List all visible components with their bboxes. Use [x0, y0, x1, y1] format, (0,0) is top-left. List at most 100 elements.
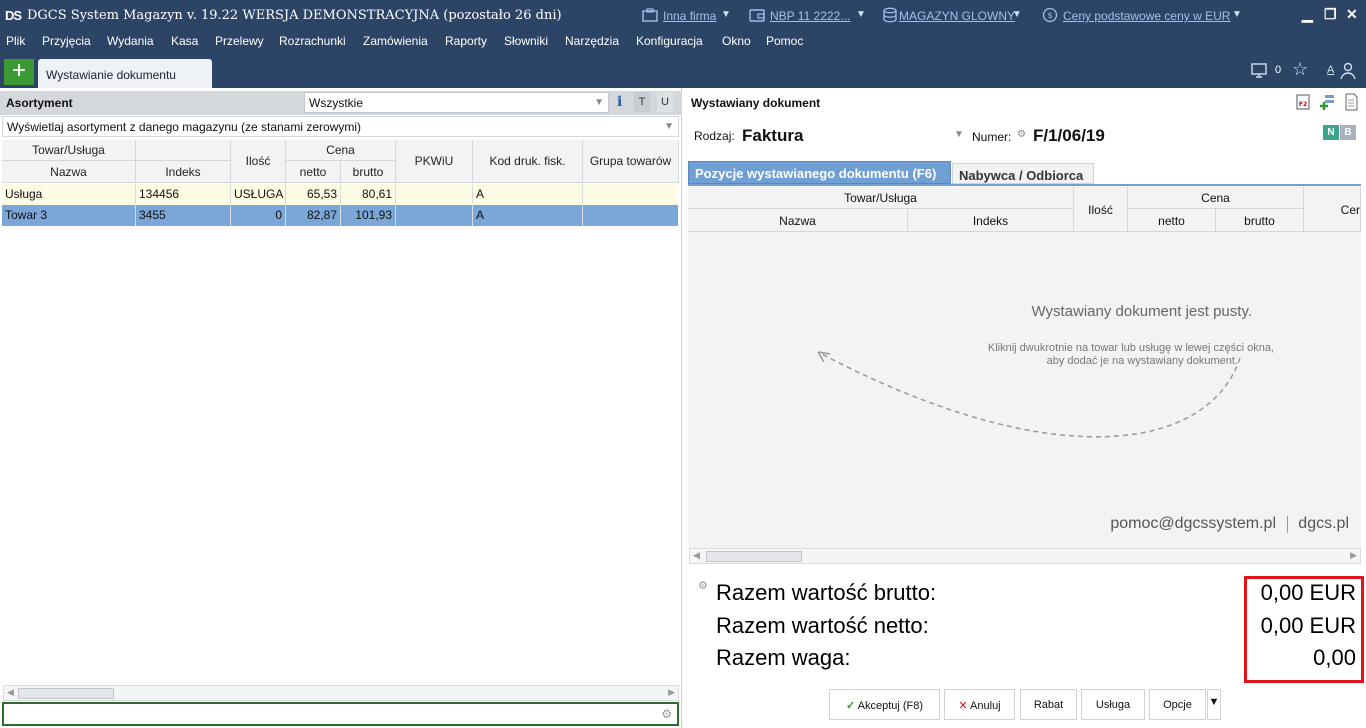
options-button[interactable]: Opcje — [1149, 689, 1206, 720]
totals-highlight-box — [1244, 576, 1364, 683]
f2-document-icon[interactable]: F2 — [1296, 94, 1310, 110]
cell-nazwa: Towar 3 — [2, 205, 136, 226]
tab-wystawianie-dokumentu[interactable]: Wystawianie dokumentu — [38, 59, 212, 88]
discount-button[interactable]: Rabat — [1020, 689, 1077, 720]
wallet-icon — [749, 9, 765, 22]
settings-gear-icon[interactable]: ⚙ — [698, 579, 708, 592]
warehouse-link[interactable]: MAGAZYN GLOWNY — [899, 9, 1015, 23]
table-row[interactable]: Usługa 134456 USŁUGA 65,53 80,61 A — [2, 184, 678, 205]
restore-icon[interactable]: ❐ — [1324, 6, 1337, 23]
settings-gear-icon[interactable]: ⚙ — [1017, 129, 1026, 140]
settings-gear-icon[interactable]: ⚙ — [661, 707, 672, 721]
category-filter-select[interactable]: Wszystkie ▼ — [304, 92, 609, 113]
briefcase-icon — [642, 8, 658, 22]
cancel-button[interactable]: ✕ Anuluj — [944, 689, 1015, 720]
header-towar-usluga: Towar/Usługa — [2, 140, 136, 161]
svg-text:F2: F2 — [1299, 101, 1307, 108]
chevron-down-icon[interactable]: ▼ — [1012, 9, 1022, 20]
table-row[interactable]: Towar 3 3455 0 82,87 101,93 A — [2, 205, 678, 226]
add-tab-button[interactable]: + — [4, 59, 34, 85]
menu-przelewy[interactable]: Przelewy — [215, 34, 264, 48]
add-rows-icon[interactable] — [1319, 94, 1335, 110]
header-brutto[interactable]: brutto — [1216, 209, 1304, 232]
chevron-down-icon[interactable]: ▼ — [1232, 9, 1242, 20]
filter-goods-button[interactable]: T — [634, 92, 650, 112]
options-dropdown-icon[interactable]: ▼ — [1207, 689, 1221, 720]
accept-label: Akceptuj (F8) — [857, 700, 924, 712]
chevron-down-icon[interactable]: ▼ — [954, 129, 964, 140]
menu-pomoc[interactable]: Pomoc — [766, 34, 803, 48]
header-cena: Cena — [1128, 187, 1304, 209]
assortment-horizontal-scrollbar[interactable]: ◀ ▶ — [3, 685, 679, 701]
header-ilosc[interactable]: Ilość — [231, 140, 286, 183]
exchange-rate-link[interactable]: NBP 11 2222... — [770, 9, 850, 23]
header-ilosc[interactable]: Ilość — [1074, 187, 1128, 232]
price-list-link[interactable]: Ceny podstawowe ceny w EUR — [1063, 9, 1230, 23]
menu-wydania[interactable]: Wydania — [107, 34, 154, 48]
support-site[interactable]: dgcs.pl — [1298, 515, 1349, 533]
header-pkwiu[interactable]: PKWiU — [396, 140, 473, 183]
tab-buyer[interactable]: Nabywca / Odbiorca — [952, 163, 1094, 184]
cell-kod-fisk: A — [473, 205, 583, 226]
support-email[interactable]: pomoc@dgcssystem.pl — [1110, 515, 1276, 533]
total-weight-label: Razem waga: — [716, 645, 851, 670]
document-icon[interactable] — [1344, 93, 1358, 111]
header-netto[interactable]: netto — [286, 161, 341, 183]
scroll-right-icon[interactable]: ▶ — [668, 687, 675, 698]
quick-search-input[interactable]: ⚙ — [2, 702, 679, 726]
badge-n[interactable]: N — [1323, 125, 1339, 140]
service-button[interactable]: Usługa — [1081, 689, 1145, 720]
accept-button[interactable]: ✓ Akceptuj (F8) — [829, 689, 940, 720]
menu-okno[interactable]: Okno — [722, 34, 751, 48]
scrollbar-thumb[interactable] — [18, 688, 114, 699]
menu-konfiguracja[interactable]: Konfiguracja — [636, 34, 703, 48]
header-indeks[interactable]: Indeks — [136, 161, 231, 183]
header-netto[interactable]: netto — [1128, 209, 1216, 232]
header-indeks[interactable]: Indeks — [908, 209, 1074, 232]
cell-indeks: 134456 — [136, 184, 231, 205]
star-icon[interactable]: ☆ — [1292, 59, 1308, 80]
header-grupa-towarow[interactable]: Grupa towarów — [583, 140, 679, 183]
header-nazwa[interactable]: Nazwa — [2, 161, 136, 183]
minimize-icon[interactable]: ▁ — [1302, 6, 1313, 23]
company-link[interactable]: Inna firma — [663, 9, 716, 23]
menu-raporty[interactable]: Raporty — [445, 34, 487, 48]
database-icon — [883, 7, 897, 23]
font-size-button[interactable]: A — [1327, 64, 1334, 76]
document-number-value: F/1/06/19 — [1033, 126, 1105, 145]
close-icon[interactable]: ✕ — [1346, 6, 1358, 23]
chevron-down-icon: ▼ — [594, 97, 604, 108]
scroll-left-icon[interactable]: ◀ — [7, 687, 14, 698]
menu-plik[interactable]: Plik — [6, 34, 25, 48]
menu-slowniki[interactable]: Słowniki — [504, 34, 548, 48]
person-icon[interactable] — [1339, 62, 1357, 80]
document-type-value[interactable]: Faktura — [742, 126, 803, 146]
tab-positions[interactable]: Pozycje wystawianego dokumentu (F6) — [688, 161, 951, 184]
menu-zamowienia[interactable]: Zamówienia — [363, 34, 428, 48]
header-brutto[interactable]: brutto — [341, 161, 396, 183]
close-icon: ✕ — [958, 700, 968, 712]
scroll-left-icon[interactable]: ◀ — [693, 550, 700, 561]
scrollbar-thumb[interactable] — [706, 551, 802, 562]
positions-horizontal-scrollbar[interactable]: ◀ ▶ — [689, 548, 1361, 564]
monitor-icon[interactable] — [1251, 62, 1271, 80]
scroll-right-icon[interactable]: ▶ — [1350, 550, 1357, 561]
dashed-arrow-icon — [817, 351, 1241, 438]
cell-grupa — [583, 184, 678, 205]
menu-kasa[interactable]: Kasa — [171, 34, 198, 48]
stock-scope-select[interactable]: Wyświetlaj asortyment z danego magazynu … — [2, 116, 679, 137]
filter-services-button[interactable]: U — [657, 92, 673, 112]
svg-text:$: $ — [1047, 11, 1052, 20]
menu-rozrachunki[interactable]: Rozrachunki — [279, 34, 346, 48]
badge-b[interactable]: B — [1340, 125, 1356, 140]
chevron-down-icon[interactable]: ▼ — [856, 9, 866, 20]
header-kod-fisk[interactable]: Kod druk. fisk. — [473, 140, 583, 183]
menu-przyjecia[interactable]: Przyjęcia — [42, 34, 91, 48]
cell-ilosc: 0 — [231, 205, 286, 226]
cell-netto: 65,53 — [286, 184, 341, 205]
info-icon[interactable]: i — [617, 94, 622, 110]
header-cena-cut[interactable]: Cer — [1304, 187, 1361, 232]
header-nazwa[interactable]: Nazwa — [688, 209, 908, 232]
chevron-down-icon[interactable]: ▼ — [721, 9, 731, 20]
menu-narzedzia[interactable]: Narzędzia — [565, 34, 619, 48]
